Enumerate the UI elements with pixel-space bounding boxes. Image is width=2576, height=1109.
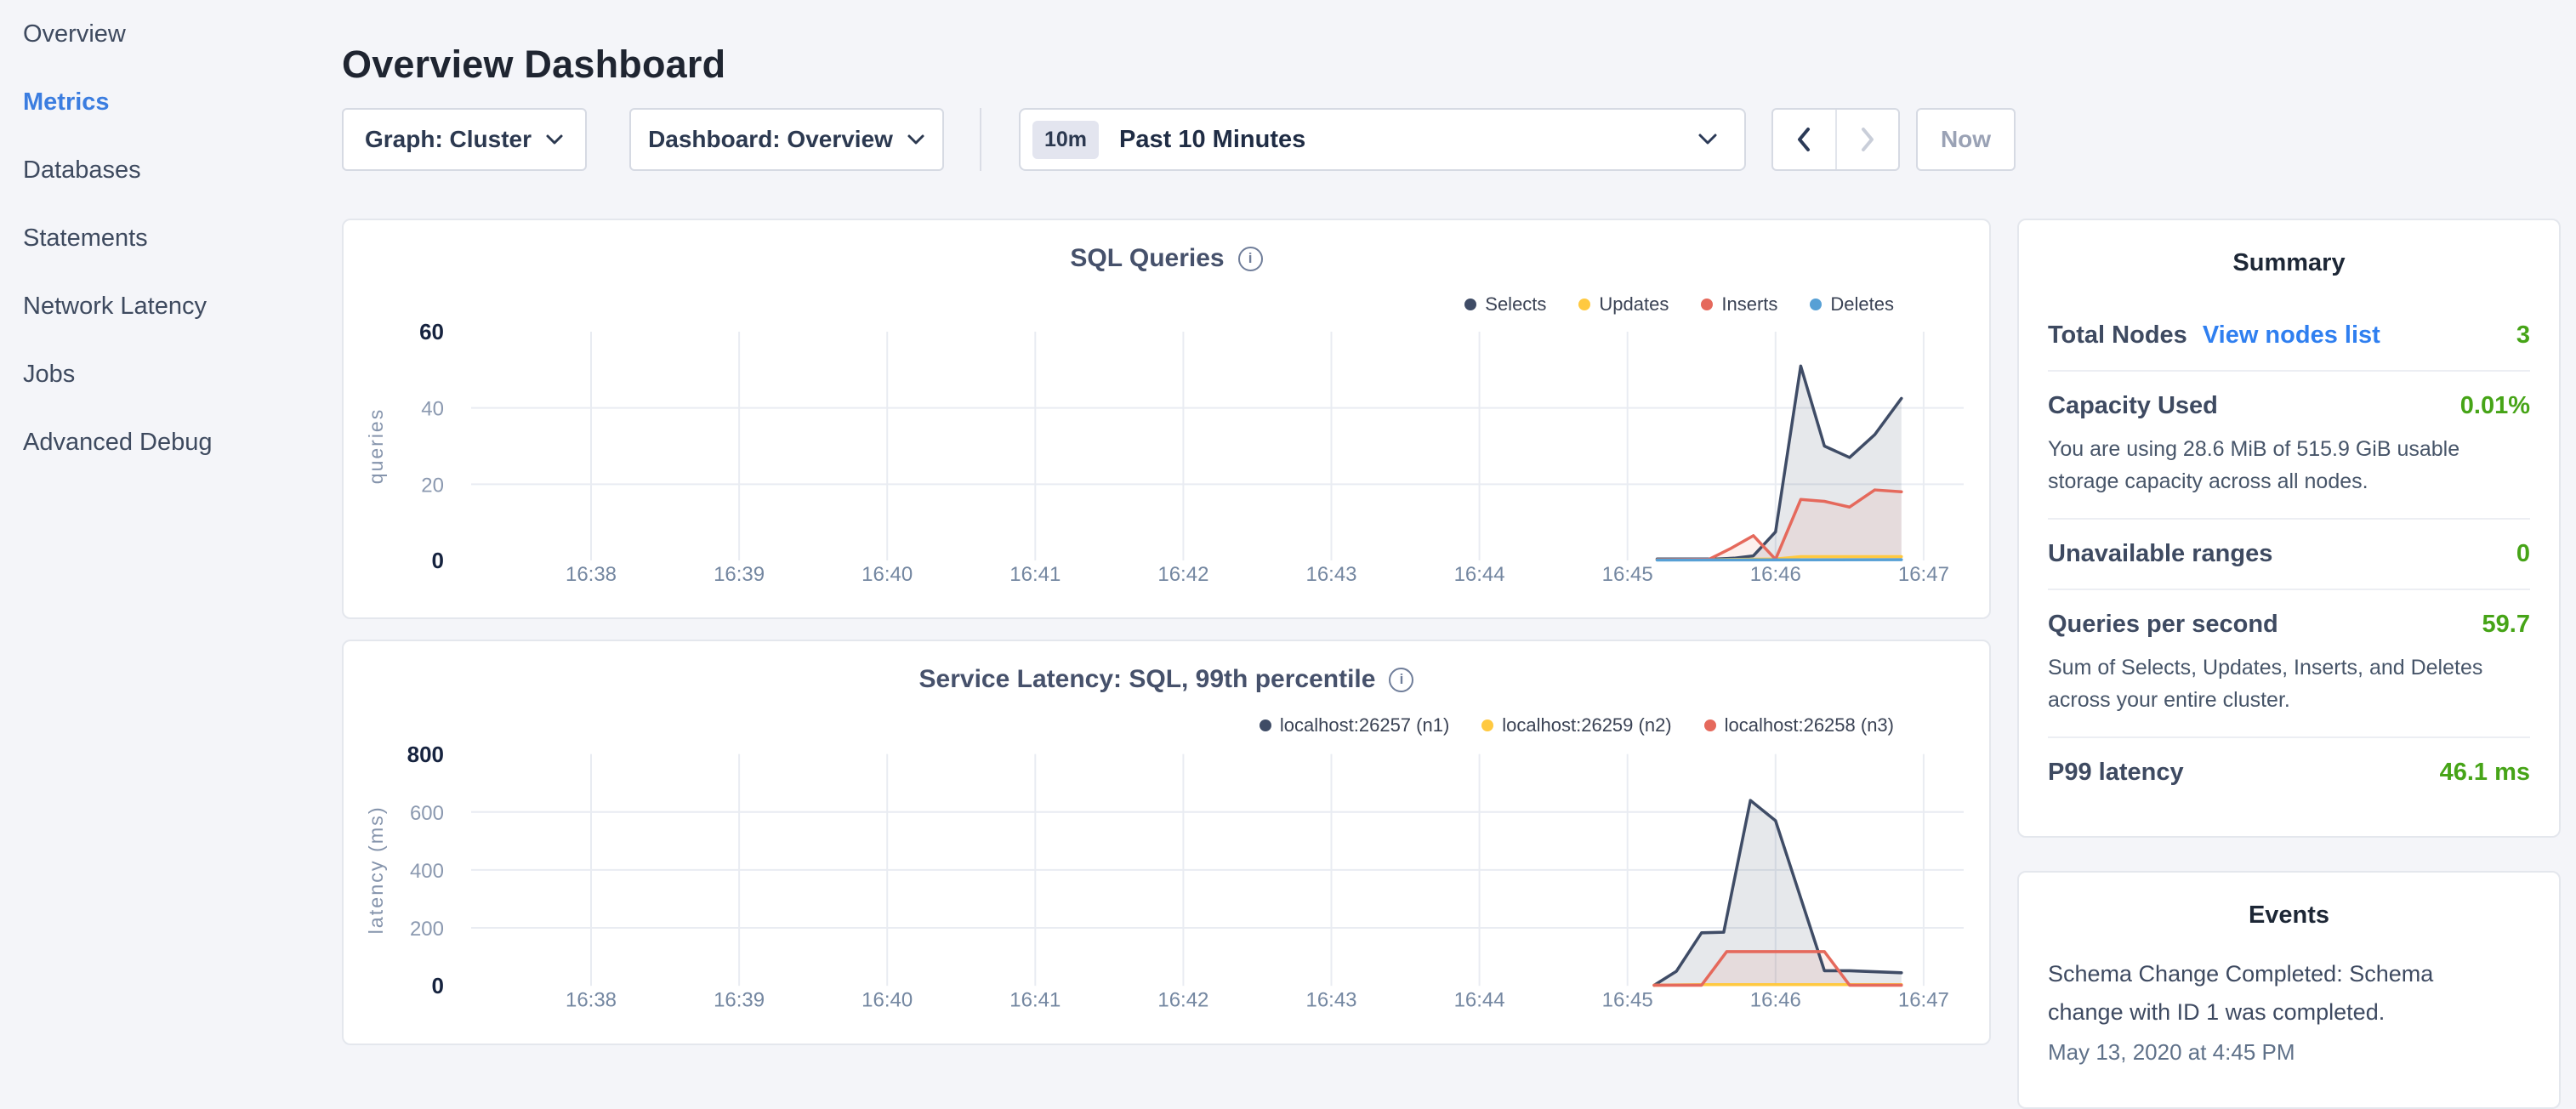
summary-row-value: 0	[2516, 540, 2530, 568]
event-text: Schema Change Completed: Schema change w…	[2048, 955, 2473, 1031]
svg-text:16:38: 16:38	[566, 988, 617, 1011]
chevron-right-icon	[1859, 126, 1876, 153]
svg-text:16:39: 16:39	[714, 563, 765, 586]
summary-title: Summary	[2048, 249, 2530, 277]
summary-row-description: Sum of Selects, Updates, Inserts, and De…	[2048, 652, 2530, 716]
svg-text:latency (ms): latency (ms)	[365, 805, 387, 934]
svg-text:16:45: 16:45	[1602, 988, 1653, 1011]
summary-row: Unavailable ranges 0	[2048, 520, 2530, 590]
sidebar-item-network-latency[interactable]: Network Latency	[0, 272, 342, 340]
time-range-picker[interactable]: 10m Past 10 Minutes	[1019, 108, 1746, 171]
sidebar-item-overview[interactable]: Overview	[0, 0, 342, 68]
time-step-controls	[1771, 108, 1900, 171]
dashboard-dropdown-label: Dashboard: Overview	[648, 126, 893, 153]
now-button-label: Now	[1941, 126, 1991, 153]
svg-text:16:47: 16:47	[1898, 563, 1949, 586]
summary-panel: Summary Total Nodes View nodes list 3 Capac…	[2017, 219, 2561, 838]
svg-text:16:43: 16:43	[1305, 563, 1356, 586]
sidebar-nav: OverviewMetricsDatabasesStatementsNetwor…	[0, 0, 342, 1051]
events-list: Schema Change Completed: Schema change w…	[2048, 955, 2530, 1066]
chevron-down-icon	[1697, 133, 1719, 146]
svg-text:16:47: 16:47	[1898, 988, 1949, 1011]
svg-text:16:42: 16:42	[1157, 988, 1208, 1011]
summary-row-label: P99 latency	[2048, 759, 2184, 787]
svg-text:16:40: 16:40	[862, 563, 913, 586]
graph-dropdown[interactable]: Graph: Cluster	[342, 108, 587, 171]
chevron-down-icon	[907, 134, 925, 145]
summary-row-value: 59.7	[2482, 611, 2530, 639]
svg-text:0: 0	[432, 548, 444, 573]
time-range-badge: 10m	[1032, 121, 1099, 159]
svg-text:40: 40	[421, 398, 444, 421]
svg-text:800: 800	[407, 742, 444, 767]
summary-row-label: Capacity Used	[2048, 392, 2218, 420]
sidebar-item-jobs[interactable]: Jobs	[0, 340, 342, 408]
summary-rows: Total Nodes View nodes list 3 Capacity Used…	[2048, 301, 2530, 807]
chevron-down-icon	[545, 134, 564, 145]
svg-text:16:44: 16:44	[1454, 563, 1505, 586]
event-item[interactable]: Schema Change Completed: Schema change w…	[2048, 955, 2530, 1066]
summary-row-description: You are using 28.6 MiB of 515.9 GiB usab…	[2048, 434, 2530, 498]
toolbar-divider	[980, 108, 981, 171]
now-button[interactable]: Now	[1916, 108, 2016, 171]
summary-row: Capacity Used 0.01% You are using 28.6 MiB…	[2048, 372, 2530, 520]
sidebar-item-databases[interactable]: Databases	[0, 136, 342, 204]
sidebar-item-metrics[interactable]: Metrics	[0, 68, 342, 136]
svg-text:16:42: 16:42	[1157, 563, 1208, 586]
service-latency-chart-card: Service Latency: SQL, 99th percentile i …	[342, 640, 1991, 1045]
svg-text:16:39: 16:39	[714, 988, 765, 1011]
svg-text:16:40: 16:40	[862, 988, 913, 1011]
svg-text:600: 600	[410, 802, 444, 825]
svg-text:20: 20	[421, 474, 444, 497]
summary-row: Queries per second 59.7 Sum of Selects, Up…	[2048, 590, 2530, 738]
page-title: Overview Dashboard	[342, 43, 725, 87]
time-range-label: Past 10 Minutes	[1119, 126, 1697, 154]
svg-text:0: 0	[432, 973, 444, 998]
summary-row-label: Unavailable ranges	[2048, 540, 2272, 568]
view-nodes-list-link[interactable]: View nodes list	[2203, 321, 2380, 350]
graph-dropdown-label: Graph: Cluster	[365, 126, 532, 153]
summary-row-label: Total Nodes	[2048, 321, 2187, 350]
svg-text:16:38: 16:38	[566, 563, 617, 586]
summary-row-value: 46.1 ms	[2440, 759, 2530, 787]
svg-text:16:46: 16:46	[1750, 988, 1801, 1011]
svg-text:16:41: 16:41	[1009, 563, 1061, 586]
sidebar-item-statements[interactable]: Statements	[0, 204, 342, 272]
summary-row-label: Queries per second	[2048, 611, 2278, 639]
previous-interval-button[interactable]	[1773, 110, 1835, 169]
event-timestamp: May 13, 2020 at 4:45 PM	[2048, 1039, 2530, 1066]
sql-queries-chart[interactable]: 16:38 16:39 16:40 16:41 16:42 16:43 16:44 16:45…	[344, 220, 1989, 617]
dashboard-dropdown[interactable]: Dashboard: Overview	[629, 108, 944, 171]
summary-row-value: 0.01%	[2460, 392, 2530, 420]
events-panel: Events Schema Change Completed: Schema c…	[2017, 871, 2561, 1109]
events-title: Events	[2048, 901, 2530, 930]
service-latency-chart[interactable]: 16:38 16:39 16:40 16:41 16:42 16:43 16:44 16:45…	[344, 641, 1989, 1044]
svg-text:16:46: 16:46	[1750, 563, 1801, 586]
next-interval-button[interactable]	[1837, 110, 1899, 169]
svg-text:200: 200	[410, 918, 444, 941]
svg-text:16:44: 16:44	[1454, 988, 1505, 1011]
svg-text:16:41: 16:41	[1009, 988, 1061, 1011]
svg-text:400: 400	[410, 860, 444, 883]
svg-text:16:45: 16:45	[1602, 563, 1653, 586]
svg-text:queries: queries	[365, 408, 387, 484]
summary-row-value: 3	[2516, 321, 2530, 350]
sidebar-item-advanced-debug[interactable]: Advanced Debug	[0, 408, 342, 476]
sql-queries-chart-card: SQL Queries i SelectsUpdatesInsertsDelet…	[342, 219, 1991, 619]
chevron-left-icon	[1795, 126, 1812, 153]
summary-row: P99 latency 46.1 ms	[2048, 738, 2530, 807]
summary-row: Total Nodes View nodes list 3	[2048, 301, 2530, 372]
svg-text:16:43: 16:43	[1305, 988, 1356, 1011]
svg-text:60: 60	[419, 319, 444, 344]
